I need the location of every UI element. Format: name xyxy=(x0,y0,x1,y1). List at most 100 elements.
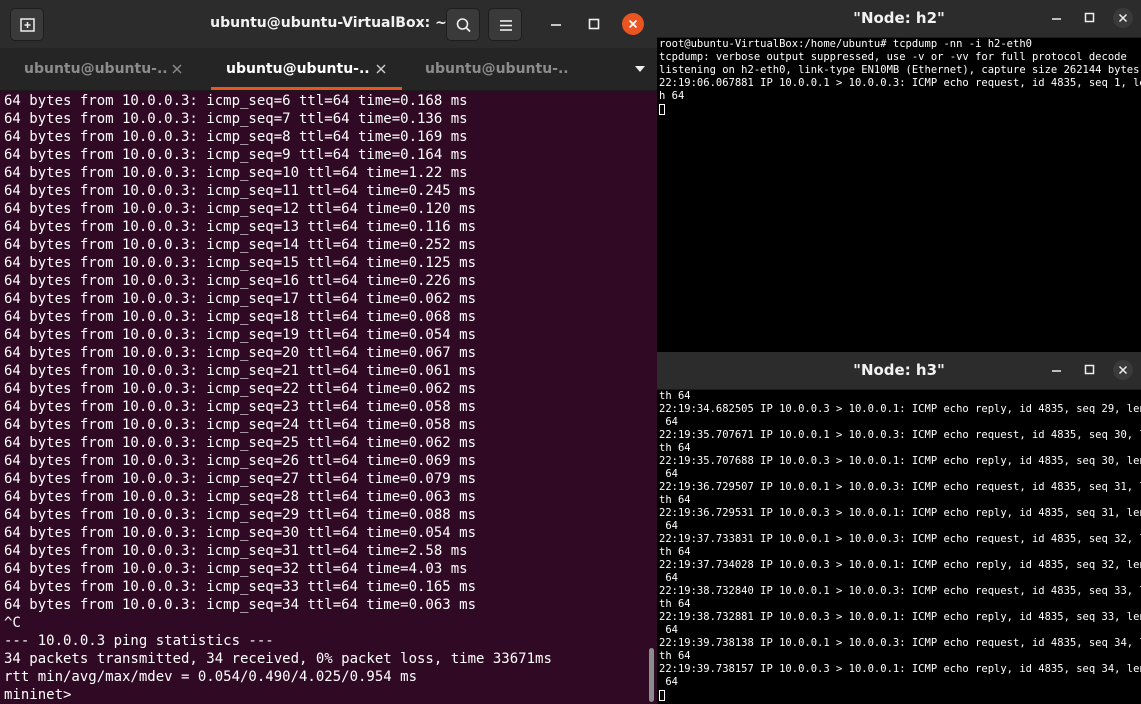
terminal-headerbar: ubuntu@ubuntu-VirtualBox: ~ xyxy=(0,0,657,49)
output-line: 64 bytes from 10.0.0.3: icmp_seq=27 ttl=… xyxy=(4,471,477,487)
close-icon xyxy=(1118,13,1128,23)
minimize-button[interactable] xyxy=(545,13,567,35)
prompt-line xyxy=(659,103,1141,116)
maximize-button[interactable] xyxy=(1080,360,1100,380)
hamburger-menu-icon xyxy=(500,20,512,31)
tab-1[interactable]: ubuntu@ubuntu-... xyxy=(0,48,200,90)
minimize-icon xyxy=(1052,18,1061,20)
node-h2-titlebar: "Node: h2" xyxy=(657,0,1141,38)
output-line: 22:19:36.729531 IP 10.0.0.3 > 10.0.0.1: … xyxy=(659,507,1141,519)
tab-2-active[interactable]: ubuntu@ubuntu-... xyxy=(211,48,402,90)
output-line: 64 bytes from 10.0.0.3: icmp_seq=8 ttl=6… xyxy=(4,129,468,145)
output-line: th 64 xyxy=(659,546,691,558)
output-line: listening on h2-eth0, link-type EN10MB (… xyxy=(659,64,1140,76)
output-line: 64 bytes from 10.0.0.3: icmp_seq=20 ttl=… xyxy=(4,345,477,361)
output-line: --- 10.0.0.3 ping statistics --- xyxy=(4,633,274,649)
close-button[interactable] xyxy=(1113,8,1133,28)
node-h2-output[interactable]: root@ubuntu-VirtualBox:/home/ubuntu# tcp… xyxy=(659,38,1141,352)
text-cursor xyxy=(659,103,665,115)
output-line: 64 bytes from 10.0.0.3: icmp_seq=16 ttl=… xyxy=(4,273,477,289)
output-line: 22:19:39.738157 IP 10.0.0.3 > 10.0.0.1: … xyxy=(659,663,1141,675)
output-line: 64 bytes from 10.0.0.3: icmp_seq=30 ttl=… xyxy=(4,525,477,541)
close-button[interactable] xyxy=(622,13,644,35)
output-line: 22:19:06.067881 IP 10.0.0.1 > 10.0.0.3: … xyxy=(659,77,1141,89)
node-h3-title: "Node: h3" xyxy=(853,361,945,379)
terminal-output[interactable]: 64 bytes from 10.0.0.3: icmp_seq=6 ttl=6… xyxy=(4,92,647,704)
output-line: 22:19:38.732881 IP 10.0.0.3 > 10.0.0.1: … xyxy=(659,611,1141,623)
output-line: 64 bytes from 10.0.0.3: icmp_seq=15 ttl=… xyxy=(4,255,477,271)
maximize-button[interactable] xyxy=(583,13,605,35)
output-line: 64 bytes from 10.0.0.3: icmp_seq=24 ttl=… xyxy=(4,417,477,433)
output-line: 64 xyxy=(659,416,678,428)
output-line: th 64 xyxy=(659,650,691,662)
output-line: 64 bytes from 10.0.0.3: icmp_seq=26 ttl=… xyxy=(4,453,477,469)
output-line: 64 xyxy=(659,468,678,480)
output-line: 34 packets transmitted, 34 received, 0% … xyxy=(4,651,552,667)
output-line: 64 bytes from 10.0.0.3: icmp_seq=13 ttl=… xyxy=(4,219,477,235)
tab-label: ubuntu@ubuntu-... xyxy=(226,61,371,77)
tab-3[interactable]: ubuntu@ubuntu-... xyxy=(402,48,602,90)
output-line: h 64 xyxy=(659,90,685,102)
output-line: ^C xyxy=(4,615,21,631)
output-line: 64 bytes from 10.0.0.3: icmp_seq=34 ttl=… xyxy=(4,597,477,613)
maximize-button[interactable] xyxy=(1080,8,1100,28)
scrollbar[interactable] xyxy=(649,648,654,702)
output-line: th 64 xyxy=(659,494,691,506)
node-h3-output[interactable]: th 64 22:19:34.682505 IP 10.0.0.3 > 10.0.… xyxy=(659,390,1141,704)
menu-button[interactable] xyxy=(488,8,522,41)
output-line: 64 bytes from 10.0.0.3: icmp_seq=28 ttl=… xyxy=(4,489,477,505)
text-cursor xyxy=(659,689,665,701)
output-line: 64 bytes from 10.0.0.3: icmp_seq=12 ttl=… xyxy=(4,201,477,217)
output-line: 64 bytes from 10.0.0.3: icmp_seq=31 ttl=… xyxy=(4,543,468,559)
output-line: th 64 xyxy=(659,598,691,610)
output-line: 64 xyxy=(659,676,678,688)
minimize-button[interactable] xyxy=(1047,8,1067,28)
output-line: root@ubuntu-VirtualBox:/home/ubuntu# tcp… xyxy=(659,38,1032,50)
output-line: 64 bytes from 10.0.0.3: icmp_seq=18 ttl=… xyxy=(4,309,477,325)
output-line: 64 xyxy=(659,520,678,532)
output-line: 64 bytes from 10.0.0.3: icmp_seq=29 ttl=… xyxy=(4,507,477,523)
close-icon xyxy=(628,19,638,29)
output-line: 22:19:37.734028 IP 10.0.0.3 > 10.0.0.1: … xyxy=(659,559,1141,571)
tab-label: ubuntu@ubuntu-... xyxy=(24,61,169,77)
output-line: th 64 xyxy=(659,390,691,402)
output-line: 64 bytes from 10.0.0.3: icmp_seq=33 ttl=… xyxy=(4,579,477,595)
output-line: 64 bytes from 10.0.0.3: icmp_seq=22 ttl=… xyxy=(4,381,477,397)
output-line: th 64 xyxy=(659,442,691,454)
maximize-icon xyxy=(588,18,600,30)
output-line: 64 xyxy=(659,572,678,584)
close-icon xyxy=(1118,365,1128,375)
output-line: 64 bytes from 10.0.0.3: icmp_seq=19 ttl=… xyxy=(4,327,477,343)
tab-bar: ubuntu@ubuntu-... ubuntu@ubuntu-... ubun… xyxy=(0,48,657,91)
node-h3-window: "Node: h3" th 64 22:19:34.682505 IP 10.0.… xyxy=(657,352,1141,704)
output-line: 22:19:36.729507 IP 10.0.0.1 > 10.0.0.3: … xyxy=(659,481,1141,493)
maximize-icon xyxy=(1084,364,1095,375)
output-line: 64 bytes from 10.0.0.3: icmp_seq=10 ttl=… xyxy=(4,165,468,181)
tab-close-icon[interactable] xyxy=(374,62,388,76)
output-line: 64 bytes from 10.0.0.3: icmp_seq=11 ttl=… xyxy=(4,183,477,199)
gnome-terminal-window: ubuntu@ubuntu-VirtualBox: ~ ubuntu@ubunt… xyxy=(0,0,657,704)
output-line: 22:19:37.733831 IP 10.0.0.1 > 10.0.0.3: … xyxy=(659,533,1141,545)
output-line: 22:19:35.707688 IP 10.0.0.3 > 10.0.0.1: … xyxy=(659,455,1141,467)
output-line: 22:19:39.738138 IP 10.0.0.1 > 10.0.0.3: … xyxy=(659,637,1141,649)
maximize-icon xyxy=(1084,12,1095,23)
tabs-dropdown-icon[interactable] xyxy=(633,64,647,74)
output-line: mininet> xyxy=(4,687,72,703)
tab-close-icon[interactable] xyxy=(170,62,184,76)
output-line: 64 bytes from 10.0.0.3: icmp_seq=25 ttl=… xyxy=(4,435,477,451)
search-button[interactable] xyxy=(446,8,480,41)
tab-label: ubuntu@ubuntu-... xyxy=(425,61,570,77)
output-line: 64 bytes from 10.0.0.3: icmp_seq=7 ttl=6… xyxy=(4,111,468,127)
node-h2-window: "Node: h2" root@ubuntu-VirtualBox:/home/… xyxy=(657,0,1141,352)
output-line: 64 bytes from 10.0.0.3: icmp_seq=23 ttl=… xyxy=(4,399,477,415)
output-line: rtt min/avg/max/mdev = 0.054/0.490/4.025… xyxy=(4,669,418,685)
active-tab-indicator xyxy=(211,87,402,90)
output-line: 64 bytes from 10.0.0.3: icmp_seq=14 ttl=… xyxy=(4,237,477,253)
close-button[interactable] xyxy=(1113,360,1133,380)
minimize-icon xyxy=(551,24,561,26)
output-line: 64 bytes from 10.0.0.3: icmp_seq=9 ttl=6… xyxy=(4,147,468,163)
node-h3-titlebar: "Node: h3" xyxy=(657,352,1141,390)
output-line: tcpdump: verbose output suppressed, use … xyxy=(659,51,1127,63)
minimize-button[interactable] xyxy=(1047,360,1067,380)
output-line: 64 bytes from 10.0.0.3: icmp_seq=17 ttl=… xyxy=(4,291,477,307)
